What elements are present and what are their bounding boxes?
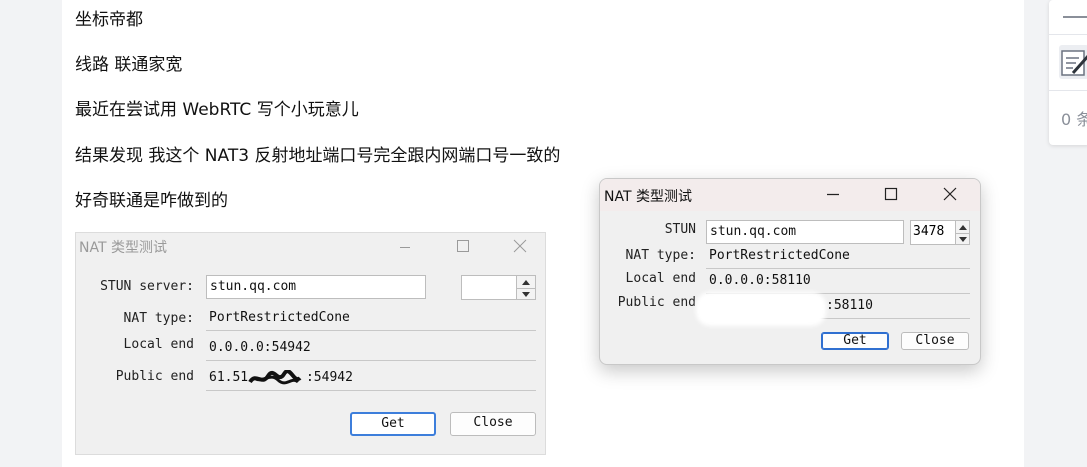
spin-down-icon[interactable]	[956, 232, 969, 245]
close-button[interactable]: Close	[901, 332, 969, 350]
nat-test-dialog: NAT 类型测试 STUN stun.qq.com 3478 NAT type:…	[599, 178, 981, 365]
spin-down-icon	[517, 287, 535, 300]
scribble-redaction-mark	[248, 370, 302, 385]
post-line-question: 好奇联通是咋做到的	[75, 191, 228, 211]
public-end-field: 61.51.:54942	[206, 367, 536, 391]
dialog-title: NAT 类型测试	[79, 240, 167, 256]
port-stepper	[461, 275, 536, 300]
get-button: Get	[350, 412, 436, 436]
post-line-isp: 线路 联通家宽	[75, 55, 183, 75]
divider	[1049, 90, 1087, 91]
spin-up-icon[interactable]	[956, 221, 969, 233]
divider	[1049, 34, 1087, 35]
stun-server-input[interactable]: stun.qq.com	[706, 220, 904, 244]
screenshot-nat-dialog: NAT 类型测试 STUN server: stun.qq.com NAT ty…	[75, 232, 546, 455]
nat-type-label: NAT type:	[625, 248, 696, 263]
public-end-label: Public end	[617, 295, 696, 310]
spin-up-icon	[517, 276, 535, 288]
local-end-field: 0.0.0.0:54942	[206, 337, 536, 361]
comment-count[interactable]: 0 条	[1061, 106, 1087, 130]
nat-type-field: PortRestrictedCone	[206, 307, 536, 331]
public-end-port: :58110	[826, 298, 873, 313]
minimize-icon	[400, 247, 410, 248]
stun-label: STUN	[664, 222, 696, 237]
close-icon	[513, 239, 527, 253]
stun-server-input: stun.qq.com	[206, 275, 426, 299]
nat-type-label: NAT type:	[123, 311, 194, 326]
port-stepper[interactable]: 3478	[910, 220, 970, 245]
maximize-icon[interactable]	[884, 187, 898, 201]
local-end-label: Local end	[625, 271, 696, 286]
post-line-webrtc: 最近在尝试用 WebRTC 写个小玩意儿	[75, 100, 359, 120]
public-end-port: :54942	[305, 370, 353, 385]
stun-server-label: STUN server:	[100, 279, 194, 294]
side-action-panel: 0 条	[1049, 0, 1087, 145]
edit-note-icon[interactable]	[1059, 45, 1087, 79]
get-button[interactable]: Get	[821, 332, 889, 350]
minus-icon[interactable]	[1063, 16, 1087, 18]
local-end-field: 0.0.0.0:58110	[706, 270, 970, 294]
maximize-icon	[457, 240, 469, 252]
nat-type-field: PortRestrictedCone	[706, 245, 970, 269]
post-line-finding: 结果发现 我这个 NAT3 反射地址端口号完全跟内网端口号一致的	[75, 146, 561, 166]
dialog-title: NAT 类型测试	[604, 189, 692, 205]
minimize-icon[interactable]	[826, 187, 840, 201]
local-end-label: Local end	[123, 337, 194, 352]
close-icon[interactable]	[943, 187, 957, 201]
close-button: Close	[450, 412, 536, 436]
post-line-location: 坐标帝都	[75, 10, 143, 30]
public-end-label: Public end	[115, 369, 194, 384]
redaction-blur	[696, 292, 826, 326]
